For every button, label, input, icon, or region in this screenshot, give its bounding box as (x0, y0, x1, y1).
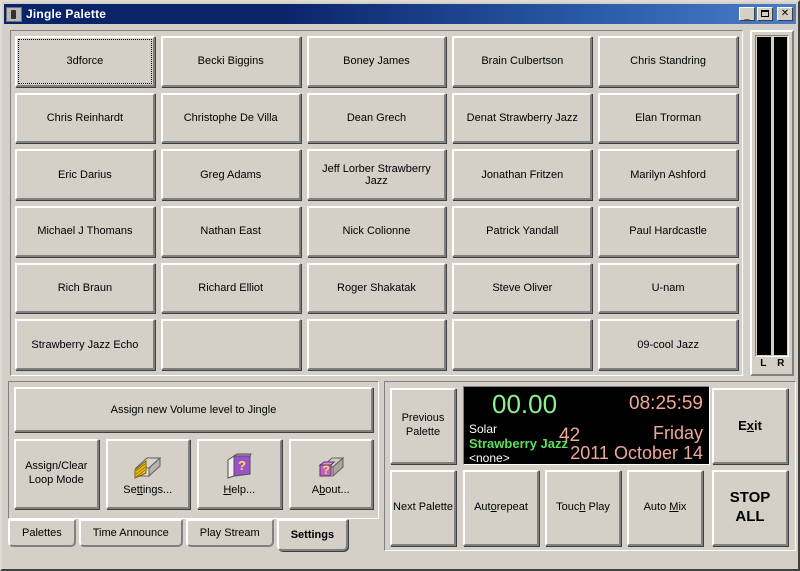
stop-all-button[interactable]: STOP ALL (712, 470, 788, 546)
stop-all-line1: STOP (730, 489, 771, 506)
jingle-button[interactable]: Jonathan Fritzen (452, 149, 592, 200)
close-button[interactable]: ✕ (777, 7, 793, 21)
svg-text:?: ? (238, 458, 246, 473)
jingle-button[interactable]: Paul Hardcastle (598, 206, 738, 257)
settings-button-row: Assign/Clear Loop Mode Settings... (14, 439, 373, 509)
app-icon (6, 7, 22, 22)
about-label: About... (312, 484, 350, 498)
maximize-button[interactable] (757, 7, 773, 21)
next-palette-button[interactable]: Next Palette (390, 470, 456, 546)
lcd-clock: 08:25:59 (629, 393, 703, 415)
settings-panel: Assign new Volume level to Jingle Assign… (8, 381, 379, 519)
vu-meter-left-label: L (756, 357, 771, 371)
about-button[interactable]: ? About... (289, 439, 374, 509)
previous-palette-button[interactable]: Previous Palette (390, 388, 456, 464)
minimize-button[interactable]: _ (739, 7, 755, 21)
jingle-button[interactable]: 09-cool Jazz (598, 319, 738, 370)
vu-meter: L R (750, 30, 794, 376)
vu-meter-labels: L R (755, 357, 789, 371)
jingle-button[interactable]: Steve Oliver (452, 263, 592, 314)
jingle-button[interactable]: Strawberry Jazz Echo (15, 319, 155, 370)
tab-play-stream[interactable]: Play Stream (186, 519, 274, 547)
vu-meter-left-bar (757, 37, 771, 355)
loop-mode-label-line2: Loop Mode (29, 474, 84, 488)
tab-bar: Palettes Time Announce Play Stream Setti… (8, 519, 379, 551)
assign-volume-button[interactable]: Assign new Volume level to Jingle (14, 387, 373, 432)
jingle-button[interactable]: Denat Strawberry Jazz (452, 93, 592, 144)
lcd-counter: 00.00 (492, 389, 557, 420)
stop-all-line2: ALL (735, 508, 764, 525)
tab-settings[interactable]: Settings (277, 519, 348, 551)
minimize-icon: _ (740, 9, 754, 21)
jingle-button[interactable]: Nathan East (161, 206, 301, 257)
help-book-icon: ? (224, 450, 254, 482)
jingle-grid: 3dforce Becki Biggins Boney James Brain … (15, 36, 738, 370)
jingle-button[interactable]: Eric Darius (15, 149, 155, 200)
about-book-icon: ? (316, 450, 346, 482)
lcd-next-jingle: <none> (469, 451, 510, 465)
tab-palettes[interactable]: Palettes (8, 519, 76, 547)
app-window: Jingle Palette _ ✕ 3dforce Becki Biggins… (0, 0, 800, 571)
previous-palette-line1: Previous (402, 412, 445, 424)
jingle-button[interactable]: Christophe De Villa (161, 93, 301, 144)
close-icon: ✕ (778, 8, 792, 20)
settings-label: Settings... (123, 484, 172, 498)
jingle-button[interactable]: Patrick Yandall (452, 206, 592, 257)
lcd-jingle-name: Strawberry Jazz (469, 436, 568, 451)
exit-button[interactable]: Exit (712, 388, 788, 464)
autorepeat-button[interactable]: Autorepeat (463, 470, 539, 546)
vu-meter-right-bar (774, 37, 788, 355)
help-label: Help... (223, 484, 255, 498)
jingle-button[interactable]: Michael J Thomans (15, 206, 155, 257)
lcd-date: 2011 October 14 (570, 443, 703, 464)
jingle-button[interactable]: Becki Biggins (161, 36, 301, 87)
lcd-palette-name: Solar (469, 422, 497, 436)
jingle-button[interactable]: Dean Grech (307, 93, 447, 144)
settings-book-icon (133, 450, 163, 482)
jingle-button[interactable]: Richard Elliot (161, 263, 301, 314)
lcd-day: Friday (653, 423, 703, 444)
tab-time-announce[interactable]: Time Announce (79, 519, 183, 547)
jingle-button[interactable]: Rich Braun (15, 263, 155, 314)
jingle-button[interactable]: Chris Reinhardt (15, 93, 155, 144)
auto-mix-button[interactable]: Auto Mix (627, 470, 703, 546)
jingle-button[interactable]: U-nam (598, 263, 738, 314)
previous-palette-line2: Palette (406, 426, 440, 438)
touch-play-button[interactable]: Touch Play (545, 470, 621, 546)
jingle-button[interactable]: Marilyn Ashford (598, 149, 738, 200)
window-controls: _ ✕ (739, 7, 796, 21)
jingle-button[interactable]: Boney James (307, 36, 447, 87)
jingle-button[interactable]: 3dforce (15, 36, 155, 87)
jingle-button[interactable] (452, 319, 592, 370)
jingle-button[interactable]: Jeff Lorber Strawberry Jazz (307, 149, 447, 200)
vu-meter-right-label: R (774, 357, 789, 371)
jingle-button[interactable]: Greg Adams (161, 149, 301, 200)
lcd-display: 00.00 08:25:59 Solar Strawberry Jazz <no… (463, 386, 710, 465)
transport-panel: Previous Palette Next Palette 00.00 08:2… (384, 381, 796, 551)
window-title: Jingle Palette (26, 7, 106, 21)
jingle-button[interactable]: Brain Culbertson (452, 36, 592, 87)
jingle-button[interactable] (161, 319, 301, 370)
jingle-grid-area: 3dforce Becki Biggins Boney James Brain … (10, 30, 743, 376)
maximize-icon (761, 10, 769, 17)
auto-mix-label: Auto Mix (644, 501, 687, 515)
jingle-button[interactable]: Elan Trorman (598, 93, 738, 144)
loop-mode-label-line1: Assign/Clear (25, 460, 87, 474)
exit-label: Exit (738, 418, 762, 434)
settings-button[interactable]: Settings... (106, 439, 191, 509)
help-button[interactable]: ? Help... (197, 439, 282, 509)
svg-text:?: ? (322, 463, 329, 477)
touch-play-label: Touch Play (556, 501, 610, 515)
jingle-button[interactable]: Roger Shakatak (307, 263, 447, 314)
jingle-button[interactable] (307, 319, 447, 370)
vu-meter-bars (755, 35, 789, 357)
jingle-button[interactable]: Chris Standring (598, 36, 738, 87)
assign-clear-loop-mode-button[interactable]: Assign/Clear Loop Mode (14, 439, 99, 509)
jingle-button[interactable]: Nick Colionne (307, 206, 447, 257)
autorepeat-label: Autorepeat (474, 501, 528, 515)
title-bar: Jingle Palette _ ✕ (4, 4, 796, 24)
